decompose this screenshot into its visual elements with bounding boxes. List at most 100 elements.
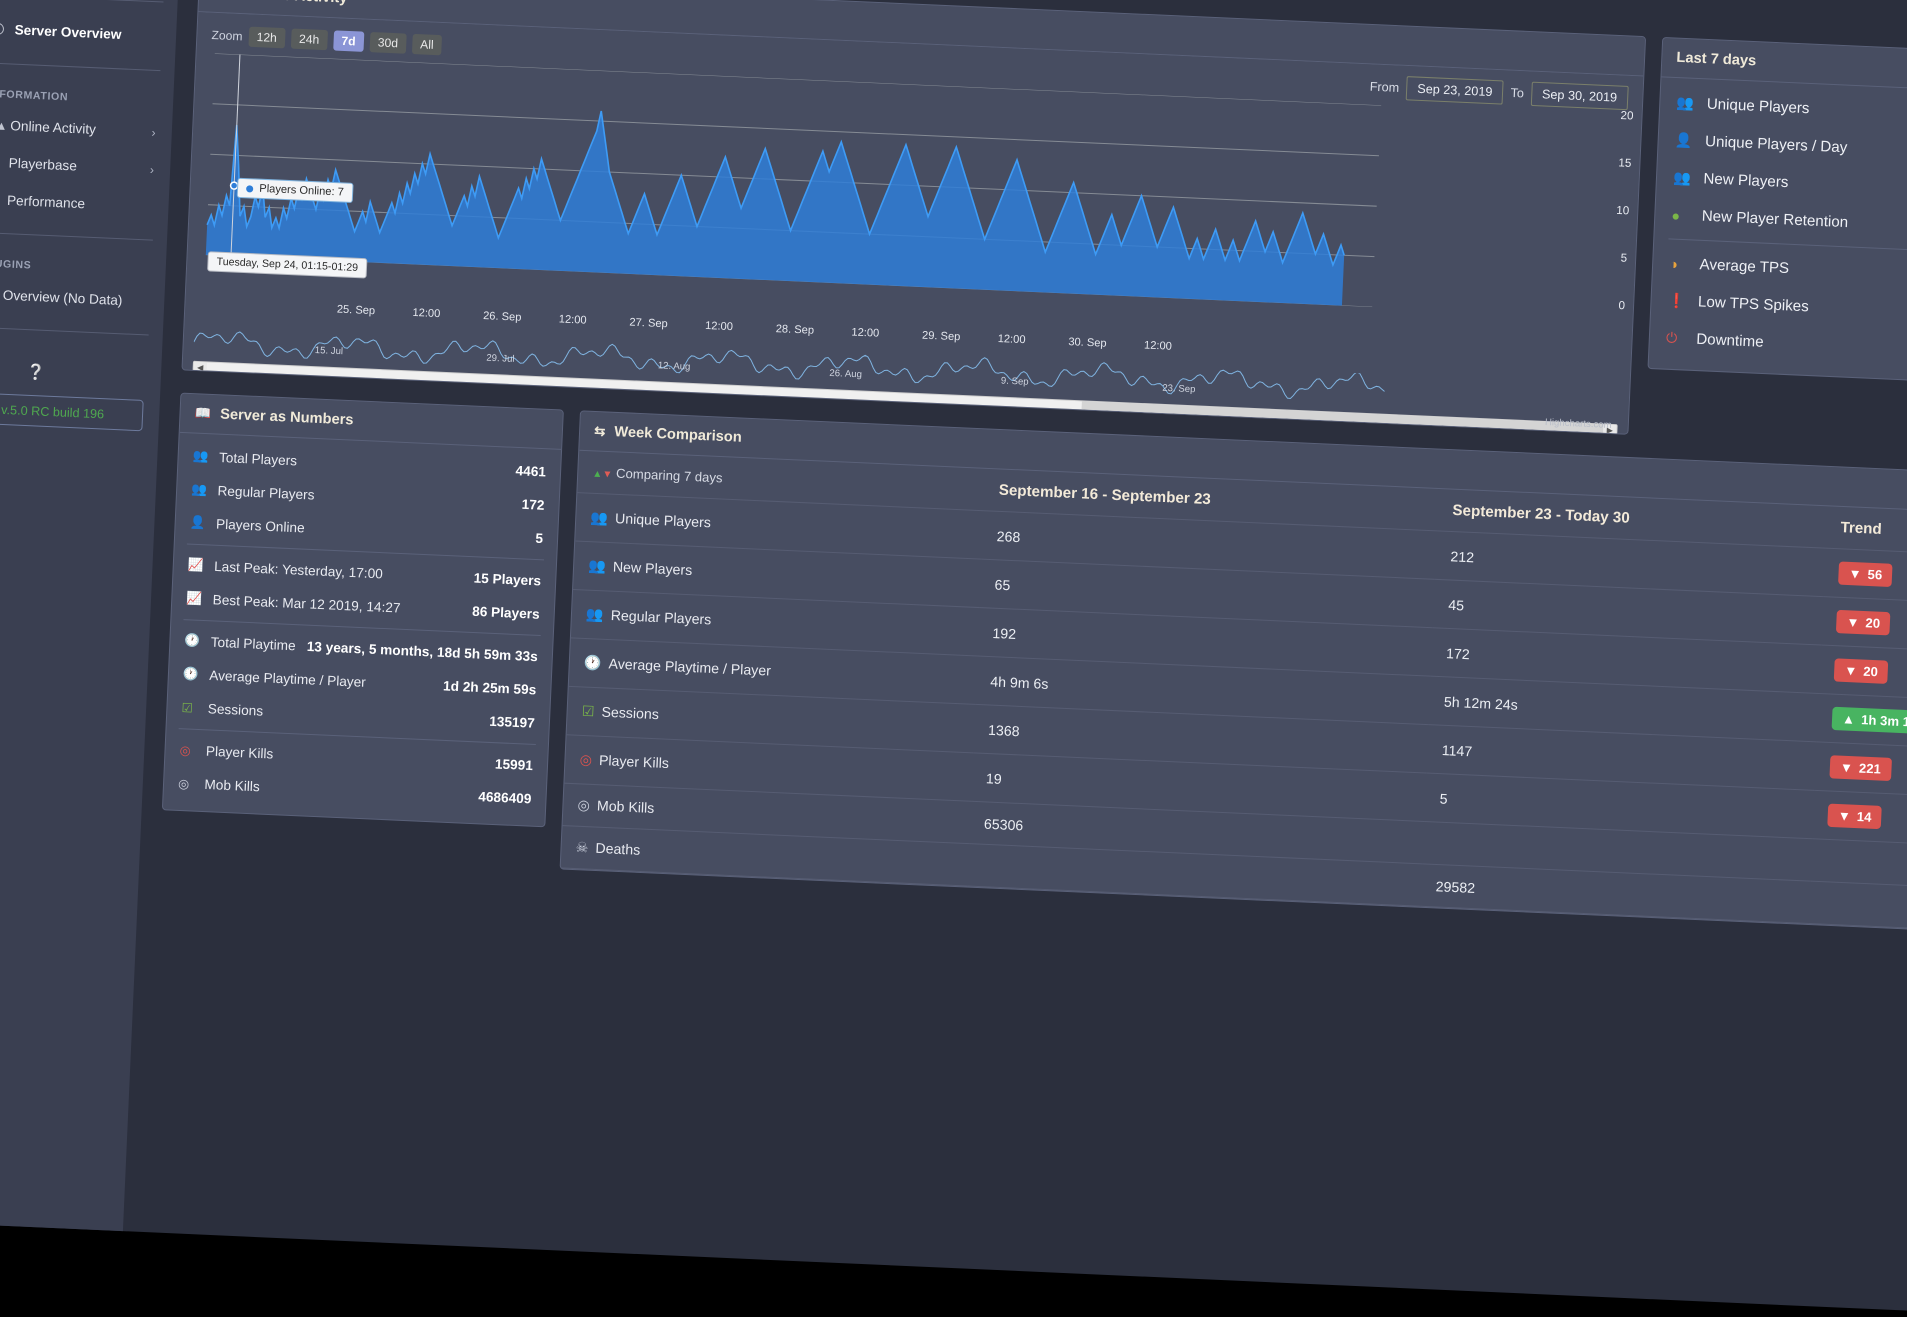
item-label: Sessions — [208, 701, 264, 719]
item-label: Total Players — [219, 450, 298, 469]
stat-label: Unique Players / Day — [1705, 133, 1848, 156]
compare-label: Comparing 7 days — [616, 466, 723, 486]
from-date-input[interactable]: Sep 23, 2019 — [1406, 76, 1504, 105]
item-value: 172 — [521, 497, 544, 513]
date-range: From Sep 23, 2019 To Sep 30, 2019 — [1369, 74, 1629, 110]
last-7-days-list: 👥 Unique Players 212 👤 Unique Players / … — [1649, 77, 1907, 387]
trend-value: 14 — [1857, 809, 1872, 825]
row-label: Regular Players — [610, 607, 711, 628]
stat-label: Downtime — [1696, 331, 1764, 351]
version-label: v.5.0 RC build 196 — [1, 402, 104, 421]
divider — [0, 327, 149, 336]
row-label: Player Kills — [599, 752, 670, 771]
stat-label: Low TPS Spikes — [1698, 293, 1810, 315]
to-label: To — [1510, 86, 1524, 101]
crosshair-icon: ◎ — [179, 742, 197, 758]
clock-icon: 🕐 — [584, 654, 602, 671]
triangle-down-icon: ▼ — [1846, 614, 1860, 630]
item-label: Players Online — [216, 516, 305, 535]
row-trend — [1809, 881, 1907, 934]
navigator-tick: 12. Aug — [658, 360, 691, 373]
to-date-input[interactable]: Sep 30, 2019 — [1530, 82, 1628, 111]
tooltip-series-label: Players Online: 7 — [259, 183, 344, 199]
series-dot-icon — [246, 185, 253, 192]
navigator-tick: 26. Aug — [829, 368, 862, 381]
x-tick: 30. Sep — [1068, 336, 1107, 350]
scroll-left-icon[interactable]: ◀ — [194, 362, 208, 373]
item-value: 135197 — [489, 714, 535, 731]
plan-dashboard: ⓘ Server Overview INFORMATION ▘▲ Online … — [0, 0, 1907, 1317]
triangle-up-icon: ▲ — [1842, 711, 1856, 727]
item-value: 86 Players — [472, 604, 540, 622]
user-icon: 👤 — [189, 515, 207, 531]
triangle-down-icon: ▼ — [1837, 808, 1851, 824]
zoom-30d-button[interactable]: 30d — [369, 32, 406, 54]
user-check-icon: ● — [1671, 207, 1692, 224]
main-content: Plan · Server Overview ▘▲ Online Activit… — [123, 0, 1907, 1317]
screen: ⓘ Server Overview INFORMATION ▘▲ Online … — [0, 0, 1907, 1080]
card-title: Last 7 days — [1676, 50, 1756, 70]
sidebar-item-label: Server Overview — [14, 22, 121, 42]
trend-value: 20 — [1863, 664, 1878, 680]
zoom-12h-button[interactable]: 12h — [248, 27, 285, 49]
question-circle-icon[interactable]: ❔ — [26, 362, 46, 381]
sidebar-item-server-overview[interactable]: ⓘ Server Overview — [0, 8, 177, 56]
row-label: Average Playtime / Player — [608, 655, 771, 678]
y-tick: 0 — [1618, 300, 1625, 312]
gauge-icon: ◑ — [1669, 255, 1690, 272]
version-badge[interactable]: ⬇ v.5.0 RC build 196 — [0, 392, 144, 431]
sidebar-item-label: Performance — [7, 193, 86, 212]
item-label: Mob Kills — [204, 777, 260, 795]
users-icon: 👥 — [586, 606, 604, 623]
sidebar-item-overview-no-data[interactable]: ◫ Overview (No Data) — [0, 275, 165, 321]
row-label: Sessions — [601, 703, 659, 722]
chart-line-icon: 📈 — [188, 558, 206, 574]
bottom-row: 📖 Server as Numbers 👥 Total Players 4461… — [160, 393, 1907, 937]
palette-icon[interactable]: 🎨 — [0, 360, 1, 379]
zoom-all-button[interactable]: All — [412, 34, 443, 55]
week-comparison-card: ⇆ Week Comparison ▲▼ Comparing 7 days Se… — [560, 410, 1907, 936]
stat-label: Average TPS — [1699, 256, 1789, 277]
stat-label: Unique Players — [1706, 96, 1809, 118]
item-value: 4686409 — [478, 789, 532, 806]
item-value: 4461 — [515, 463, 546, 479]
card-title: Week Comparison — [614, 424, 742, 446]
sidebar-item-label: Playerbase — [8, 155, 77, 173]
user-plus-icon: 👥 — [1673, 169, 1694, 187]
zoom-24h-button[interactable]: 24h — [291, 28, 328, 50]
zoom-7d-button[interactable]: 7d — [333, 30, 364, 52]
card-title: Server as Numbers — [220, 406, 354, 428]
triangle-down-icon: ▼ — [1840, 760, 1854, 776]
trend-value: 56 — [1867, 567, 1882, 583]
navigator-handle[interactable] — [1081, 401, 1603, 434]
crosshair-icon: ◎ — [178, 776, 196, 792]
user-plus-icon: 👥 — [588, 557, 606, 574]
triangle-up-icon: ▲ — [592, 468, 602, 480]
stat-label: New Player Retention — [1701, 208, 1848, 232]
x-tick: 29. Sep — [922, 330, 961, 344]
crosshair-icon: ◎ — [579, 751, 592, 768]
trend-badge: ▼ 221 — [1829, 755, 1891, 781]
sidebar-item-performance[interactable]: ⚙ Performance — [0, 180, 169, 226]
trend-value: 221 — [1859, 760, 1882, 776]
triangle-down-icon: ▼ — [1844, 663, 1858, 679]
x-tick: 25. Sep — [337, 303, 376, 317]
skull-icon: ☠ — [575, 839, 588, 856]
sidebar-item-label: Online Activity — [10, 118, 96, 137]
crosshair-icon: ◎ — [577, 796, 590, 813]
item-label: Best Peak: Mar 12 2019, 14:27 — [212, 592, 400, 615]
x-tick: 27. Sep — [629, 316, 668, 330]
item-label: Player Kills — [206, 743, 274, 761]
y-tick: 10 — [1616, 205, 1629, 218]
power-icon: ⏻ — [1666, 329, 1687, 347]
navigator-tick: 9. Sep — [1001, 375, 1029, 387]
item-value: 15 Players — [473, 570, 541, 588]
x-tick: 12:00 — [997, 333, 1025, 346]
x-tick: 12:00 — [851, 326, 879, 339]
server-numbers-list: 👥 Total Players 4461 👥 Regular Players 1… — [163, 433, 561, 826]
info-circle-icon: ⓘ — [0, 20, 6, 38]
item-label: Average Playtime / Player — [209, 668, 366, 690]
row-label: Unique Players — [615, 510, 712, 530]
row-label: Mob Kills — [597, 797, 655, 816]
server-as-numbers-card: 📖 Server as Numbers 👥 Total Players 4461… — [162, 393, 564, 828]
